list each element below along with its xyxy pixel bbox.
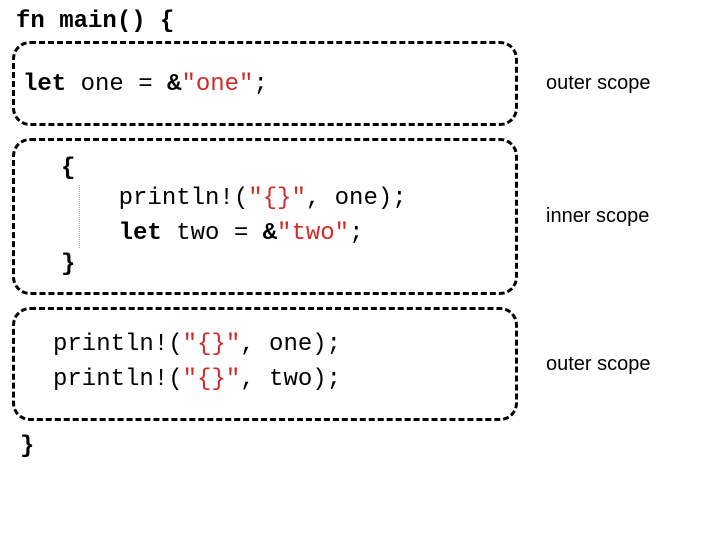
outer-scope-label-1: outer scope <box>546 72 651 95</box>
two-equals: two = <box>176 220 262 247</box>
println-call-1b: , one); <box>306 185 407 212</box>
inner-scope-row: { println!("{}", one); let two = &"two";… <box>12 138 701 296</box>
string-one: "one" <box>181 71 253 98</box>
println-call-3a: println!( <box>53 366 183 393</box>
fmt-outer-2: "{}" <box>183 366 241 393</box>
semi-one: ; <box>253 71 267 98</box>
inner-scope-label: inner scope <box>546 205 649 228</box>
println-call-2a: println!( <box>53 331 183 358</box>
fn-main-open: fn main() { <box>16 8 701 35</box>
semi-two: ; <box>349 220 363 247</box>
fmt-inner-1: "{}" <box>248 185 306 212</box>
amp-one: & <box>167 71 181 98</box>
fmt-outer-1: "{}" <box>183 331 241 358</box>
println-call-3b: , two); <box>240 366 341 393</box>
rust-scope-diagram: fn main() { let one = &"one"; outer scop… <box>0 0 701 468</box>
fn-main-close: } <box>20 433 701 460</box>
one-equals: one = <box>81 71 167 98</box>
println-call-2b: , one); <box>240 331 341 358</box>
inner-scope-box: { println!("{}", one); let two = &"two";… <box>12 138 518 296</box>
inner-brace-open: { <box>61 155 507 182</box>
outer-scope-row-2: println!("{}", one); println!("{}", two)… <box>12 307 701 421</box>
outer-scope-box-2: println!("{}", one); println!("{}", two)… <box>12 307 518 421</box>
outer-scope-row-1: let one = &"one"; outer scope <box>12 41 701 126</box>
outer-scope-box-1: let one = &"one"; <box>12 41 518 126</box>
string-two: "two" <box>277 220 349 247</box>
let-keyword: let <box>23 71 81 98</box>
println-one-outer: println!("{}", one); <box>23 328 507 363</box>
fn-main-text: fn main() { <box>16 8 174 35</box>
println-two-outer: println!("{}", two); <box>23 363 507 398</box>
println-call-1a: println!( <box>119 185 249 212</box>
let-keyword-two: let <box>119 220 177 247</box>
outer-scope-label-2: outer scope <box>546 353 651 376</box>
let-one-line: let one = &"one"; <box>23 68 507 103</box>
let-two-line: let two = &"two"; <box>23 217 507 252</box>
amp-two: & <box>263 220 277 247</box>
inner-brace-close: } <box>61 251 507 278</box>
println-one-inner: println!("{}", one); <box>23 182 507 217</box>
